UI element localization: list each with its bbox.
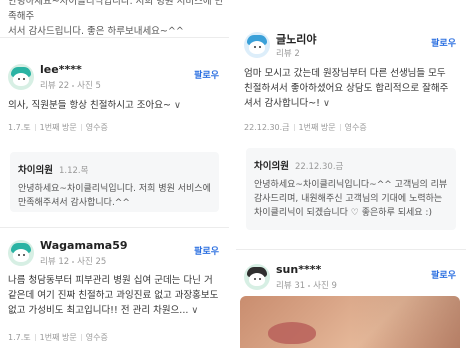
photo-count: 사진 25: [77, 257, 107, 267]
review-text-content: 엄마 모시고 갔는데 원장님부터 다른 선생님들 모두 친절하셔서 좋아하셨어요…: [244, 68, 449, 109]
review-text[interactable]: 엄마 모시고 갔는데 원장님부터 다른 선생님들 모두 친절하셔서 좋아하셨어요…: [244, 66, 456, 111]
review-count: 리뷰 2: [276, 49, 300, 59]
review-text-content: 의사, 직원분들 항상 친절하시고 조아요~: [8, 100, 171, 111]
review-count: 리뷰 22: [40, 81, 70, 91]
visit-count: 1번째 방문: [298, 123, 336, 132]
receipt-badge: 영수증: [85, 123, 108, 132]
review-column-left: 안녕하세요~차이클리닉입니다. 저희 병원 서비스에 만족해주 서서 감사드립니…: [0, 0, 229, 348]
photo-count: 사진 9: [313, 281, 337, 291]
avatar[interactable]: [244, 32, 270, 58]
avatar[interactable]: [8, 240, 34, 266]
review-header: 글노리야 리뷰 2 팔로우: [236, 30, 466, 64]
reply-text-truncated: 안녕하세요~차이클리닉입니다. 저희 병원 서비스에 만족해주 서서 감사드립니…: [8, 0, 229, 39]
follow-button[interactable]: 팔로우: [431, 36, 456, 49]
avatar[interactable]: [244, 264, 270, 290]
divider: [236, 249, 466, 250]
follow-button[interactable]: 팔로우: [431, 268, 456, 281]
divider: [0, 37, 229, 38]
review-photo[interactable]: [240, 296, 460, 348]
receipt-badge: 영수증: [344, 123, 367, 132]
review-card: Wagamama59 리뷰 12 사진 25 팔로우 나름 청담동부터 피부관리 …: [0, 238, 229, 348]
visit-date: 22.12.30.금: [244, 123, 290, 132]
review-count: 리뷰 12: [40, 257, 70, 267]
expand-chevron-icon[interactable]: ∨: [174, 100, 181, 111]
photo-count: 사진 5: [77, 81, 101, 91]
avatar[interactable]: [8, 64, 34, 90]
owner-reply: 차이의원 1.12.목 안녕하세요~차이클리닉입니다. 저희 병원 서비스에 만족…: [10, 152, 219, 212]
review-text-content: 나름 청담동부터 피부관리 병원 십여 군데는 다닌 거 같은데 여기 진짜 친…: [8, 275, 219, 316]
reply-text: 안녕하세요~차이클리닉입니다~^^ 고객님의 리뷰 감사드리며, 내원해주신 고…: [254, 180, 448, 218]
review-column-right: 글노리야 리뷰 2 팔로우 엄마 모시고 갔는데 원장님부터 다른 선생님들 모…: [236, 0, 466, 348]
reply-text: 안녕하세요~차이클리닉입니다. 저희 병원 서비스에 만족해주셔서 감사합니다.…: [18, 184, 211, 208]
receipt-badge: 영수증: [85, 333, 108, 342]
review-header: sun**** 리뷰 31 사진 9 팔로우: [236, 262, 466, 296]
review-footer: 1.7.토 1번째 방문 영수증: [8, 332, 108, 343]
review-card: lee**** 리뷰 22 사진 5 팔로우 의사, 직원분들 항상 친절하시고 …: [0, 62, 229, 212]
visit-count: 1번째 방문: [39, 333, 77, 342]
owner-reply: 차이의원 22.12.30.금 안녕하세요~차이클리닉입니다~^^ 고객님의 리뷰…: [246, 148, 456, 230]
visit-count: 1번째 방문: [39, 123, 77, 132]
review-text[interactable]: 나름 청담동부터 피부관리 병원 십여 군데는 다닌 거 같은데 여기 진짜 친…: [8, 273, 219, 318]
review-count: 리뷰 31: [276, 281, 306, 291]
reply-date: 1.12.목: [58, 166, 89, 176]
review-footer: 1.7.토 1번째 방문 영수증: [8, 122, 108, 133]
reviewer-meta: 리뷰 12 사진 25: [40, 255, 106, 267]
visit-date: 1.7.토: [8, 123, 31, 132]
expand-chevron-icon[interactable]: ∨: [191, 305, 198, 316]
divider: [0, 227, 229, 228]
review-text[interactable]: 의사, 직원분들 항상 친절하시고 조아요~ ∨: [8, 98, 219, 113]
review-card-truncated: 안녕하세요~차이클리닉입니다. 저희 병원 서비스에 만족해주 서서 감사드립니…: [0, 0, 229, 37]
reply-author: 차이의원: [18, 165, 53, 176]
follow-button[interactable]: 팔로우: [194, 244, 219, 257]
review-footer: 22.12.30.금 1번째 방문 영수증: [244, 122, 367, 133]
reviewer-name[interactable]: 글노리야: [276, 31, 316, 47]
reply-text-line: 안녕하세요~차이클리닉입니다. 저희 병원 서비스에 만족해주: [8, 0, 224, 22]
reviewer-meta: 리뷰 22 사진 5: [40, 79, 101, 91]
review-header: Wagamama59 리뷰 12 사진 25 팔로우: [0, 238, 229, 272]
reply-date: 22.12.30.금: [294, 162, 344, 172]
follow-button[interactable]: 팔로우: [194, 68, 219, 81]
review-card: 글노리야 리뷰 2 팔로우 엄마 모시고 갔는데 원장님부터 다른 선생님들 모…: [236, 30, 466, 240]
review-header: lee**** 리뷰 22 사진 5 팔로우: [0, 62, 229, 96]
reviewer-name[interactable]: lee****: [40, 63, 82, 76]
reviewer-name[interactable]: Wagamama59: [40, 239, 128, 252]
visit-date: 1.7.토: [8, 333, 31, 342]
reviewer-name[interactable]: sun****: [276, 263, 321, 276]
reply-author: 차이의원: [254, 161, 289, 172]
reviewer-meta: 리뷰 2: [276, 47, 300, 59]
reviewer-meta: 리뷰 31 사진 9: [276, 279, 337, 291]
expand-chevron-icon[interactable]: ∨: [323, 98, 330, 109]
